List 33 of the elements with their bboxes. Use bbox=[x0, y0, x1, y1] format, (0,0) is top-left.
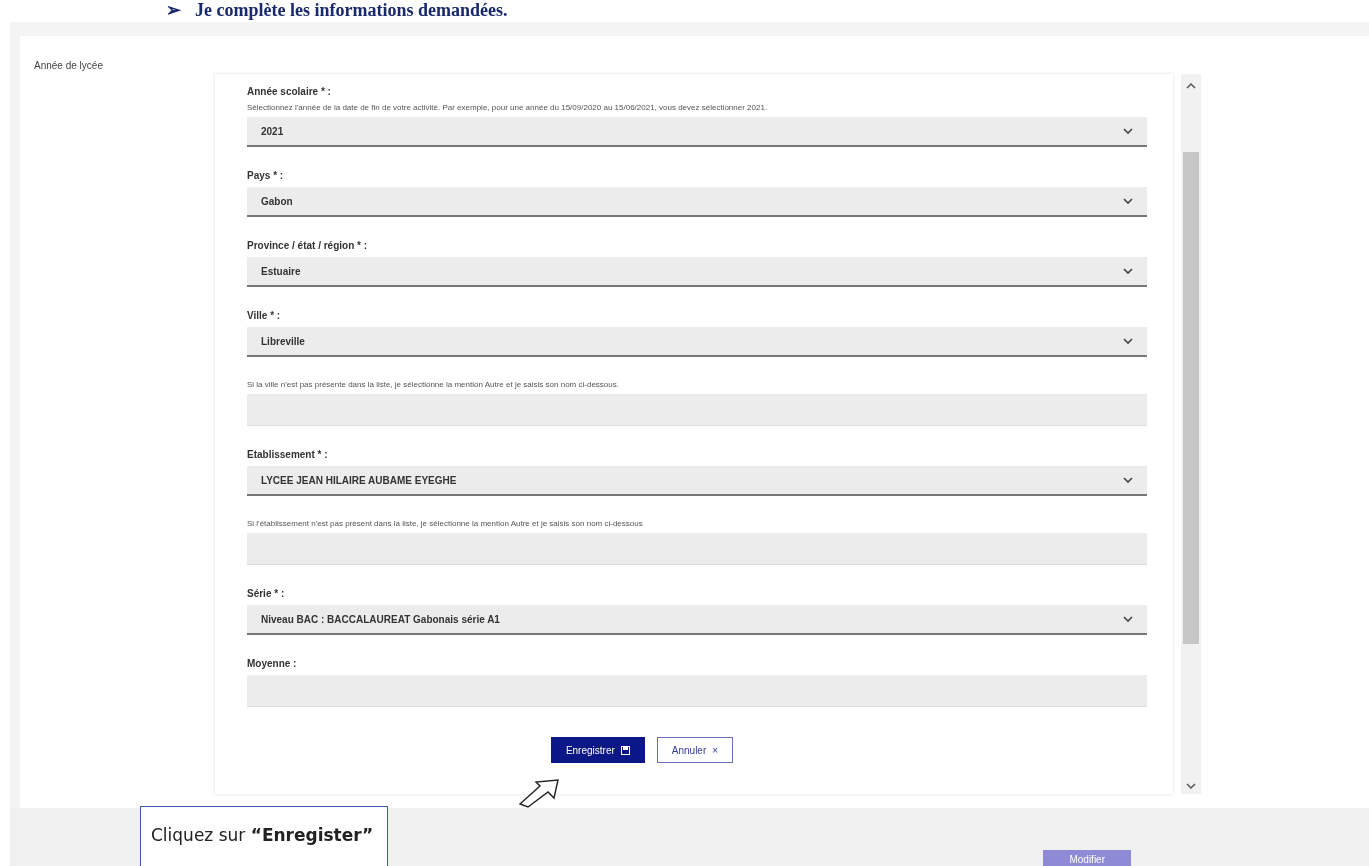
bullet-arrow: ➢ bbox=[166, 0, 181, 21]
select-field[interactable]: Estuaire bbox=[247, 257, 1147, 287]
heading-text: Je complète les informations demandées. bbox=[195, 0, 508, 21]
field-hint: Si l'établissement n'est pas présent dans la liste, je sélectionne la mention Autre et je saisis son nom ci-dessous bbox=[247, 519, 644, 528]
chevron-down-icon bbox=[1123, 337, 1133, 345]
input-field[interactable] bbox=[247, 533, 1147, 565]
field-label: Ville * : bbox=[247, 310, 282, 321]
select-field[interactable]: Niveau BAC : BACCALAUREAT Gabonais série A1 bbox=[247, 605, 1147, 635]
field-label: Année scolaire * : bbox=[247, 86, 332, 97]
input-field[interactable] bbox=[247, 675, 1147, 707]
section-label: Année de lycée bbox=[33, 59, 104, 73]
select-field[interactable]: Libreville bbox=[247, 327, 1147, 357]
field-hint: Si la ville n'est pas présente dans la liste, je sélectionne la mention Autre et je saisis son nom ci-dessous. bbox=[247, 380, 620, 389]
callout-text: Cliquez sur “Enregister” bbox=[140, 806, 388, 866]
save-button[interactable]: Enregistrer bbox=[550, 737, 645, 763]
field-label: Etablissement * : bbox=[247, 449, 329, 460]
field-hint: Sélectionnez l'année de la date de fin de votre activité. Par exemple, pour une année du 15/09/2020 au 15/06/2021, vous devez sélectionner 2021. bbox=[247, 103, 769, 112]
field-label: Série * : bbox=[247, 588, 286, 599]
chevron-down-icon bbox=[1123, 267, 1133, 275]
chevron-down-icon bbox=[1123, 197, 1133, 205]
select-field[interactable]: Gabon bbox=[247, 187, 1147, 217]
save-icon bbox=[620, 745, 630, 755]
field-label: Pays * : bbox=[247, 170, 285, 181]
field-label: Province / état / région * : bbox=[247, 240, 369, 251]
chevron-down-icon bbox=[1123, 127, 1133, 135]
field-label: Moyenne : bbox=[247, 658, 298, 669]
chevron-down-icon bbox=[1123, 615, 1133, 623]
select-field[interactable]: 2021 bbox=[247, 117, 1147, 147]
scrollbar-drawing[interactable] bbox=[1181, 74, 1201, 794]
select-field[interactable]: LYCEE JEAN HILAIRE AUBAME EYEGHE bbox=[247, 466, 1147, 496]
cancel-button[interactable]: Annuler × bbox=[656, 737, 734, 763]
chevron-down-icon bbox=[1123, 476, 1133, 484]
input-field[interactable] bbox=[247, 394, 1147, 426]
